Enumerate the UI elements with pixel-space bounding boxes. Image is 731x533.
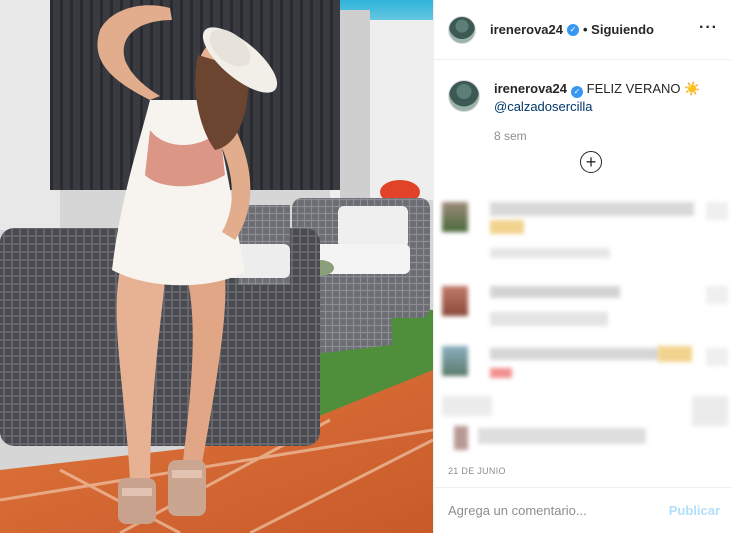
comments-list	[434, 190, 731, 460]
caption-body: irenerova24 ✓ FELIZ VERANO ☀️ @calzadoser…	[494, 80, 700, 115]
post-side-panel: irenerova24 ✓ • Siguiendo ··· irenerova2…	[433, 0, 731, 533]
caption-mention-link[interactable]: @calzadosercilla	[494, 98, 700, 115]
more-options-icon[interactable]: ···	[699, 19, 718, 37]
caption-text: FELIZ VERANO ☀️	[586, 81, 701, 96]
comment-input[interactable]	[448, 503, 669, 518]
post-date[interactable]: 21 DE JUNIO	[448, 466, 506, 476]
author-username[interactable]: irenerova24	[490, 22, 563, 37]
post-caption: irenerova24 ✓ FELIZ VERANO ☀️ @calzadoser…	[448, 80, 718, 115]
caption-verified-badge-icon: ✓	[571, 86, 583, 98]
plus-circle-icon[interactable]: +	[580, 151, 602, 173]
caption-avatar[interactable]	[448, 80, 480, 112]
author-avatar[interactable]	[448, 15, 476, 44]
post-photo[interactable]	[0, 0, 433, 533]
post-image	[0, 0, 433, 533]
post-header: irenerova24 ✓ • Siguiendo ···	[434, 0, 731, 60]
caption-time-ago[interactable]: 8 sem	[494, 129, 527, 143]
publish-button[interactable]: Publicar	[669, 503, 720, 518]
follow-status[interactable]: • Siguiendo	[583, 22, 654, 37]
instagram-post: irenerova24 ✓ • Siguiendo ··· irenerova2…	[0, 0, 731, 533]
caption-username[interactable]: irenerova24	[494, 81, 567, 96]
comment-composer: Publicar	[434, 487, 731, 533]
verified-badge-icon: ✓	[567, 23, 579, 36]
